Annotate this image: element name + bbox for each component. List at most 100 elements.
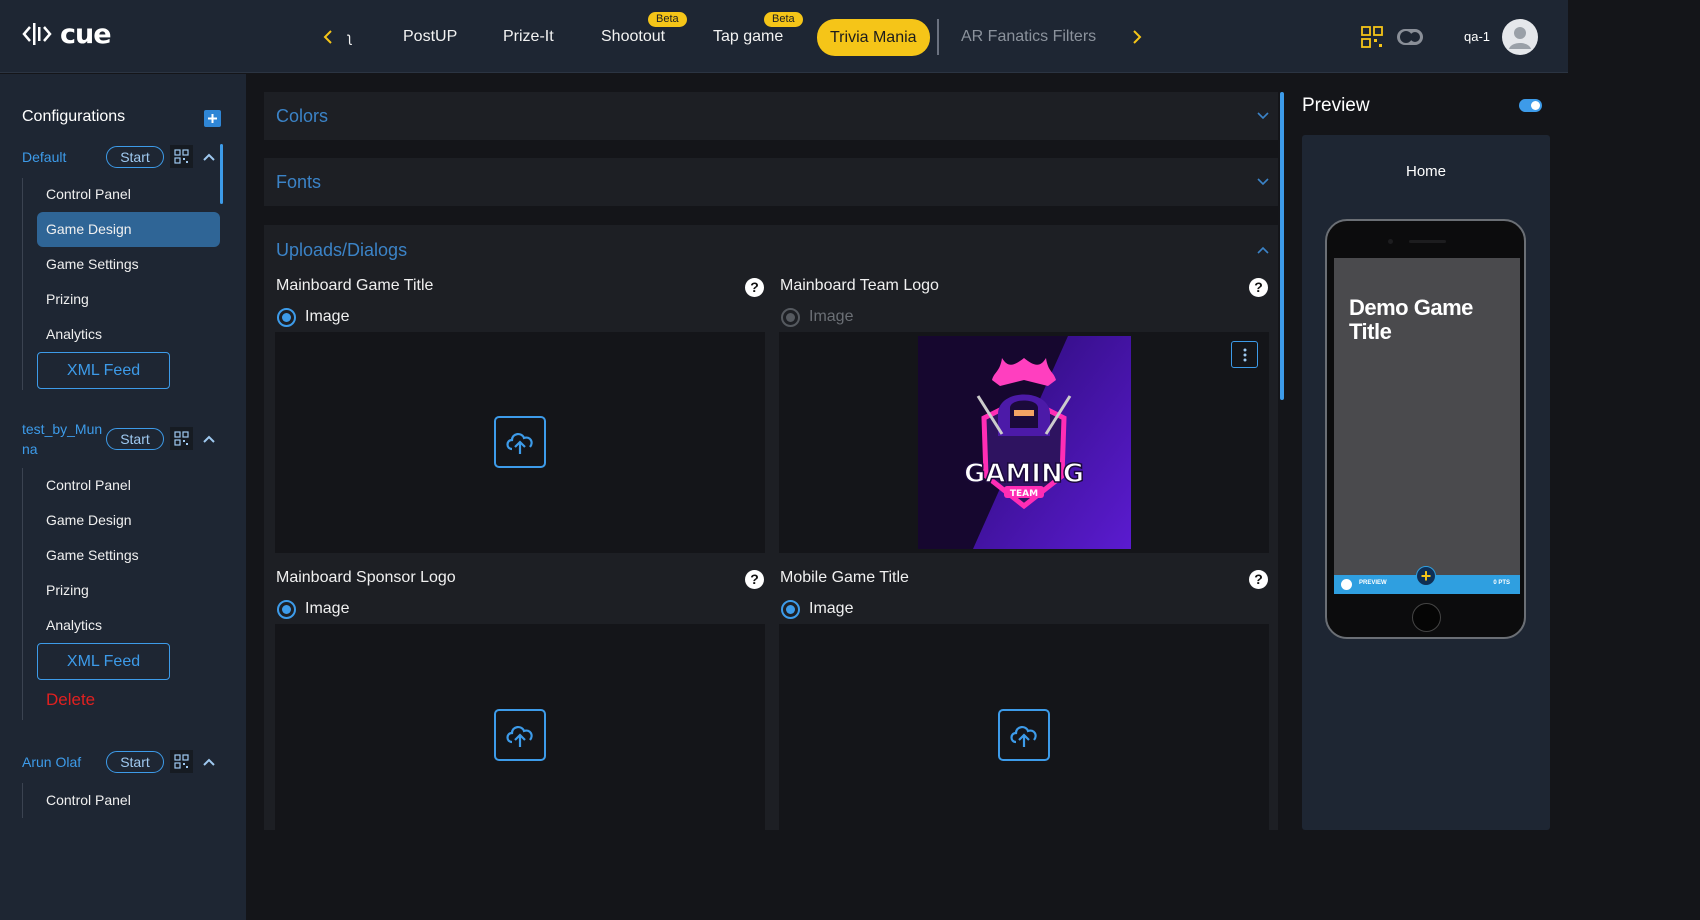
preview-title: Preview — [1302, 95, 1370, 116]
sidebar-item-analytics[interactable]: Analytics — [46, 324, 102, 344]
sidebar-item-game-design[interactable]: Game Design — [46, 510, 132, 530]
upload-dropzone[interactable] — [275, 624, 765, 830]
qr-code-icon — [174, 149, 189, 164]
tab-ar-fanatics-filters[interactable]: AR Fanatics Filters — [961, 20, 1096, 54]
section-title-uploads[interactable]: Uploads/Dialogs — [276, 240, 407, 261]
upload-button[interactable] — [998, 709, 1050, 761]
sidebar-title: Configurations — [22, 108, 126, 125]
radio-label: Image — [809, 308, 854, 325]
phone-bar-right-label: 0 PTS — [1493, 580, 1510, 586]
user-avatar-icon — [1509, 27, 1531, 49]
start-button[interactable]: Start — [106, 751, 164, 773]
config-name-arun-olaf[interactable]: Arun Olaf — [22, 752, 81, 772]
nav-next-button[interactable] — [1127, 26, 1147, 48]
sidebar-item-game-settings[interactable]: Game Settings — [46, 545, 139, 565]
tab-divider — [937, 19, 939, 55]
tab-shootout-label: Shootout — [601, 28, 666, 45]
tab-prize-it[interactable]: Prize-It — [503, 20, 554, 54]
upload-icon — [506, 433, 533, 454]
theme-toggle[interactable] — [1396, 28, 1424, 51]
field-label-mainboard-sponsor-logo: Mainboard Sponsor Logo — [276, 569, 456, 586]
plus-icon — [208, 114, 217, 123]
sidebar-item-prizing[interactable]: Prizing — [46, 580, 89, 600]
beta-badge: Beta — [648, 12, 687, 27]
chevron-up-icon[interactable] — [201, 149, 217, 165]
logo-text: cue — [60, 18, 112, 50]
tab-trivia-mania[interactable]: Trivia Mania — [817, 19, 930, 56]
colors-section-header[interactable]: Colors — [264, 92, 1278, 140]
add-configuration-button[interactable] — [204, 110, 221, 127]
config-name-line1: test_by_Mun — [22, 421, 103, 437]
tab-shootout[interactable]: Shootout Beta — [601, 12, 687, 54]
xml-feed-button[interactable]: XML Feed — [37, 643, 170, 680]
upload-button[interactable] — [494, 709, 546, 761]
main-content: Colors Fonts Uploads/Dialogs Mainboard G… — [264, 92, 1278, 830]
start-button[interactable]: Start — [106, 428, 164, 450]
upload-dropzone[interactable] — [779, 624, 1269, 830]
config-qr-button[interactable] — [170, 145, 193, 168]
field-label-mainboard-team-logo: Mainboard Team Logo — [780, 277, 939, 294]
preview-screen-label[interactable]: Home — [1302, 163, 1550, 180]
qr-code-button[interactable] — [1361, 26, 1385, 55]
phone-screen: Demo Game Title PREVIEW + 0 PTS — [1334, 258, 1520, 594]
start-button[interactable]: Start — [106, 146, 164, 168]
phone-bar-left-label: PREVIEW — [1359, 580, 1387, 586]
section-title-fonts: Fonts — [276, 172, 322, 192]
chevron-up-icon[interactable] — [201, 431, 217, 447]
qr-code-icon — [174, 754, 189, 769]
phone-game-title: Demo Game Title — [1349, 295, 1473, 344]
avatar[interactable] — [1502, 19, 1538, 55]
phone-mockup: Demo Game Title PREVIEW + 0 PTS — [1325, 219, 1526, 639]
help-icon[interactable]: ? — [1249, 278, 1268, 297]
sidebar-item-control-panel[interactable]: Control Panel — [46, 790, 131, 810]
chevron-up-icon[interactable] — [201, 754, 217, 770]
tab-tap-game[interactable]: Tap game Beta — [713, 12, 803, 54]
chevron-up-icon[interactable] — [1256, 243, 1270, 257]
team-logo-subtext: TEAM — [1010, 489, 1038, 499]
image-radio[interactable] — [781, 308, 800, 327]
tab-tap-game-label: Tap game — [713, 28, 784, 45]
delete-config-link[interactable]: Delete — [46, 689, 95, 711]
tab-postup[interactable]: PostUP — [403, 20, 457, 54]
field-label-mainboard-game-title: Mainboard Game Title — [276, 277, 434, 294]
upload-dropzone[interactable] — [275, 332, 765, 553]
image-radio[interactable] — [277, 600, 296, 619]
sidebar-item-control-panel[interactable]: Control Panel — [46, 184, 131, 204]
image-options-button[interactable] — [1231, 341, 1258, 368]
theme-toggle-icon — [1397, 29, 1423, 45]
sidebar-item-analytics[interactable]: Analytics — [46, 615, 102, 635]
config-name-default[interactable]: Default — [22, 147, 66, 167]
phone-avatar-dot — [1341, 579, 1352, 590]
user-name[interactable]: qa-1 — [1464, 29, 1490, 44]
tab-partial[interactable]: ʅ — [348, 20, 351, 54]
beta-badge: Beta — [764, 12, 803, 27]
image-radio[interactable] — [277, 308, 296, 327]
upload-dropzone[interactable]: GAMING TEAM — [779, 332, 1269, 553]
fonts-section-header[interactable]: Fonts — [264, 158, 1278, 206]
sidebar-scrollbar[interactable] — [220, 144, 223, 204]
help-icon[interactable]: ? — [745, 570, 764, 589]
help-icon[interactable]: ? — [1249, 570, 1268, 589]
main-scrollbar[interactable] — [1280, 92, 1284, 400]
sidebar-item-control-panel[interactable]: Control Panel — [46, 475, 131, 495]
kebab-menu-icon — [1243, 348, 1246, 361]
config-name-test[interactable]: test_by_Mun na — [22, 419, 102, 459]
upload-button[interactable] — [494, 416, 546, 468]
sidebar-item-prizing[interactable]: Prizing — [46, 289, 89, 309]
phone-camera — [1388, 239, 1393, 244]
config-qr-button[interactable] — [170, 750, 193, 773]
team-logo-text: GAMING — [964, 459, 1084, 489]
radio-label: Image — [305, 600, 350, 617]
phone-plus-button: + — [1416, 566, 1436, 586]
logo[interactable]: cue — [22, 18, 112, 50]
field-label-mobile-game-title: Mobile Game Title — [780, 569, 909, 586]
nav-prev-button[interactable] — [318, 26, 338, 48]
image-radio[interactable] — [781, 600, 800, 619]
help-icon[interactable]: ? — [745, 278, 764, 297]
preview-toggle[interactable] — [1519, 99, 1542, 112]
radio-label: Image — [809, 600, 854, 617]
sidebar-item-game-design[interactable]: Game Design — [37, 212, 220, 247]
xml-feed-button[interactable]: XML Feed — [37, 352, 170, 389]
sidebar-item-game-settings[interactable]: Game Settings — [46, 254, 139, 274]
config-qr-button[interactable] — [170, 427, 193, 450]
